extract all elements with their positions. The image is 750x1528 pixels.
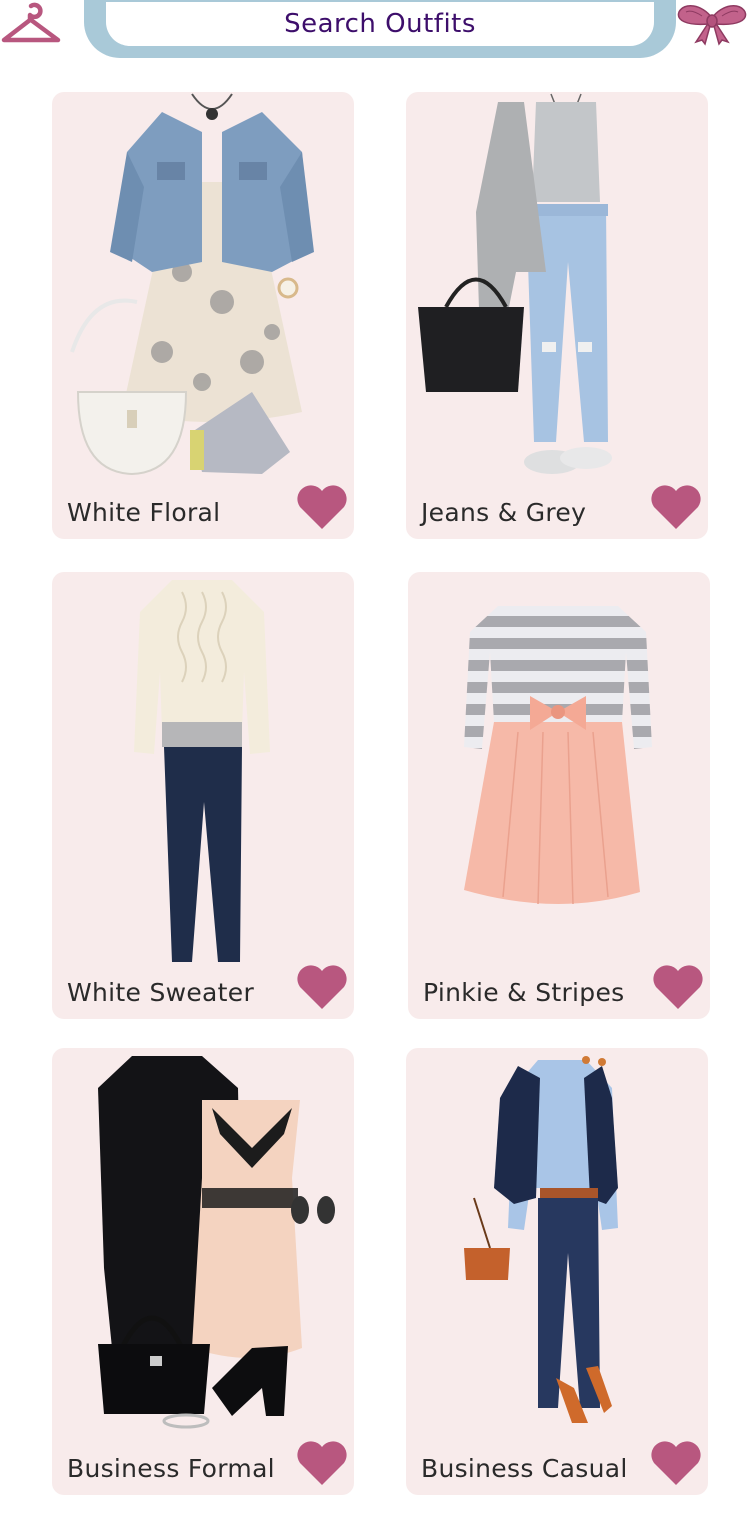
outfit-card-jeans-grey[interactable]: Jeans & Grey xyxy=(406,92,708,539)
outfit-image xyxy=(134,580,270,962)
outfit-title: Jeans & Grey xyxy=(421,498,587,527)
outfit-image xyxy=(418,93,612,474)
outfit-image xyxy=(98,1056,335,1429)
outfit-image xyxy=(464,606,652,905)
search-bar: Search Outfits xyxy=(84,0,676,58)
outfit-card-business-casual[interactable]: Business Casual xyxy=(406,1048,708,1495)
outfit-card-white-sweater[interactable]: White Sweater xyxy=(52,572,354,1019)
hanger-icon[interactable] xyxy=(0,0,62,48)
heart-icon[interactable] xyxy=(296,963,348,1011)
outfit-title: Pinkie & Stripes xyxy=(423,978,625,1007)
heart-icon[interactable] xyxy=(652,963,704,1011)
heart-icon[interactable] xyxy=(650,483,702,531)
outfit-title: Business Formal xyxy=(67,1454,275,1483)
outfit-card-white-floral[interactable]: White Floral xyxy=(52,92,354,539)
outfit-title: White Sweater xyxy=(67,978,255,1007)
bow-icon[interactable] xyxy=(676,0,748,46)
heart-icon[interactable] xyxy=(296,1439,348,1487)
outfit-title: White Floral xyxy=(67,498,221,527)
search-input[interactable]: Search Outfits xyxy=(106,2,654,46)
outfit-card-pinkie-stripes[interactable]: Pinkie & Stripes xyxy=(408,572,710,1019)
heart-icon[interactable] xyxy=(296,483,348,531)
outfit-title: Business Casual xyxy=(421,1454,628,1483)
search-label: Search Outfits xyxy=(284,9,476,39)
outfit-image xyxy=(70,93,314,476)
outfit-card-business-formal[interactable]: Business Formal xyxy=(52,1048,354,1495)
app-header: Search Outfits xyxy=(0,0,750,62)
heart-icon[interactable] xyxy=(650,1439,702,1487)
outfit-image xyxy=(464,1056,618,1423)
